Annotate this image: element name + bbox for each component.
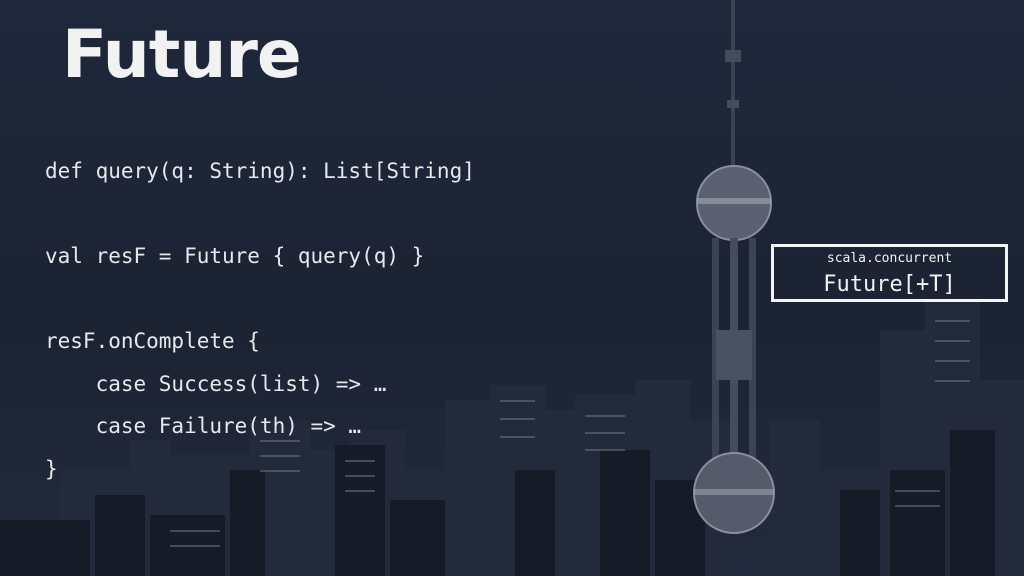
badge-type-name: Future[+T]: [823, 272, 956, 297]
slide-title: Future: [62, 16, 302, 93]
slide: Future def query(q: String): List[String…: [0, 0, 1024, 576]
badge-package-name: scala.concurrent: [826, 251, 953, 266]
code-line: }: [45, 456, 58, 481]
code-line: case Failure(th) => …: [45, 414, 362, 438]
code-line: val resF = Future { query(q) }: [45, 244, 425, 268]
code-line: case Success(list) => …: [45, 371, 387, 396]
code-block: def query(q: String): List[String] val r…: [45, 150, 475, 490]
code-line: def query(q: String): List[String]: [45, 159, 475, 183]
code-line: resF.onComplete {: [45, 329, 260, 353]
type-signature-badge: scala.concurrent Future[+T]: [771, 244, 1008, 302]
